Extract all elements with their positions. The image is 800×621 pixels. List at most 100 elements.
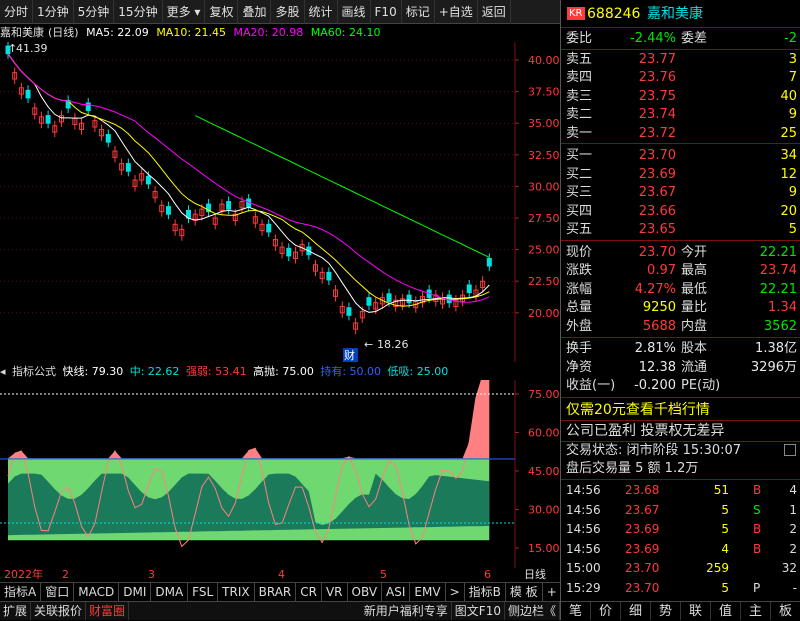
ma20-label: MA20: 20.98 [233, 26, 304, 39]
stat-label: 外盘 [566, 318, 593, 334]
tick-row: 14:56 23.67 5 S 1 [561, 501, 800, 519]
quote-tab[interactable]: 势 [651, 602, 681, 620]
tab-trix[interactable]: TRIX [218, 583, 255, 601]
stat-value: 0.97 [647, 263, 676, 279]
mid-line-label: 中: 22.62 [129, 365, 180, 378]
ask-price: 23.75 [638, 88, 676, 104]
stat-label: 流通 [681, 359, 708, 375]
stat-row: 净资 12.38 流通 3296万 [561, 359, 800, 376]
related-quotes-button[interactable]: 关联报价 [31, 602, 87, 620]
quote-stock-name: 嘉和美康 [647, 6, 703, 22]
sidebar-toggle[interactable]: 侧边栏《 [505, 602, 560, 620]
bid-volume: 12 [780, 166, 797, 182]
indicator-tick-label: 30.00 [528, 504, 560, 517]
tab-more-arrow[interactable]: > [446, 583, 465, 601]
stat-label: 总量 [566, 300, 593, 316]
indicator-chart[interactable]: 75.00 60.00 45.00 30.00 15.00 [0, 380, 560, 568]
candle-body [286, 247, 292, 257]
tab-emv[interactable]: EMV [410, 583, 446, 601]
quote-tab[interactable]: 笔 [561, 602, 591, 620]
strong-area [8, 380, 490, 459]
toolbar-intraday[interactable]: 分时 [0, 0, 34, 24]
toolbar-15min[interactable]: 15分钟 [114, 0, 163, 24]
tab-template[interactable]: 模 板 [506, 583, 543, 601]
f10-button[interactable]: 图文F10 [452, 602, 505, 620]
wealth-circle-button[interactable]: 财富圈 [86, 602, 130, 620]
tick-price: 23.68 [625, 483, 660, 497]
stat-label: 最低 [681, 281, 708, 297]
indicator-collapse-icon[interactable]: ◂ [0, 365, 6, 378]
stat-value: 2.81% [634, 341, 676, 356]
tick-direction: B [753, 522, 762, 537]
promo-row[interactable]: 仅需20元查看千档行情 [561, 400, 800, 420]
quote-tab[interactable]: 板 [771, 602, 800, 620]
low-label: 18.26 [377, 338, 409, 351]
tab-vr[interactable]: VR [322, 583, 348, 601]
toolbar-adjust[interactable]: 复权 [205, 0, 239, 24]
period-indicator[interactable]: 日线 [524, 568, 546, 582]
tick-price: 23.69 [625, 541, 660, 556]
bid-price: 23.66 [638, 203, 676, 219]
promo-text[interactable]: 仅需20元查看千档行情 [566, 400, 710, 420]
bid-volume: 5 [788, 222, 797, 237]
tab-dmi[interactable]: DMI [119, 583, 152, 601]
ask-price: 23.77 [638, 52, 676, 67]
toolbar-stats[interactable]: 统计 [305, 0, 338, 24]
tick-volume: 51 [713, 483, 729, 497]
ask-label: 卖三 [566, 88, 593, 104]
quote-tab[interactable]: 联 [681, 602, 711, 620]
strong-label: 强弱: 53.41 [185, 365, 247, 378]
divider [561, 143, 800, 144]
toolbar-multi[interactable]: 多股 [271, 0, 305, 24]
tab-fsl[interactable]: FSL [188, 583, 219, 601]
bid-volume: 9 [788, 185, 797, 200]
quote-tab[interactable]: 价 [591, 602, 621, 620]
quote-tab[interactable]: 细 [621, 602, 651, 620]
indicator-tick-label: 15.00 [528, 542, 560, 555]
stat-value: 12.38 [638, 359, 676, 375]
chevron-down-icon: ▾ [194, 4, 201, 19]
stat-value: -0.200 [634, 378, 676, 393]
quote-tab[interactable]: 主 [741, 602, 771, 620]
toolbar-draw[interactable]: 画线 [338, 0, 371, 24]
candle-body [406, 294, 412, 304]
new-user-promo[interactable]: 新用户福利专享 [361, 602, 452, 620]
expand-icon[interactable] [784, 444, 796, 456]
stat-row: 收益(一) -0.200 PE(动) [561, 377, 800, 394]
commission-diff-value: -2 [784, 31, 797, 46]
price-tick-label: 30.00 [528, 180, 560, 193]
bid-label: 买四 [566, 203, 593, 219]
tab-brar[interactable]: BRAR [255, 583, 297, 601]
toolbar-mark[interactable]: 标记 [402, 0, 435, 24]
indicator-name[interactable]: 指标公式 [12, 365, 56, 378]
tab-dma[interactable]: DMA [151, 583, 189, 601]
tab-cr[interactable]: CR [296, 583, 322, 601]
extend-button[interactable]: 扩展 [0, 602, 32, 620]
tab-macd[interactable]: MACD [74, 583, 120, 601]
tick-row: 14:56 23.68 51 B 4 [561, 481, 800, 499]
toolbar-watchlist[interactable]: +自选 [435, 0, 478, 24]
ask-volume: 9 [788, 107, 797, 123]
tab-asi[interactable]: ASI [382, 583, 411, 601]
stat-value: 22.21 [759, 245, 797, 260]
toolbar-overlay[interactable]: 叠加 [238, 0, 272, 24]
quote-tab[interactable]: 值 [711, 602, 741, 620]
toolbar-f10[interactable]: F10 [371, 0, 402, 24]
high-throw-label: 高抛: 75.00 [253, 365, 314, 378]
indicator-tick-label: 45.00 [528, 465, 560, 478]
tick-count: 1 [789, 502, 797, 517]
toolbar-5min[interactable]: 5分钟 [74, 0, 115, 24]
divider [561, 337, 800, 338]
toolbar-1min[interactable]: 1分钟 [33, 0, 74, 24]
tab-indicator-b[interactable]: 指标B [465, 583, 506, 601]
toolbar-more[interactable]: 更多 ▾ [163, 0, 206, 24]
zoom-in-button[interactable]: + [543, 583, 562, 601]
kline-chart[interactable]: 40.00 37.50 35.00 32.50 30.00 27.50 25.00 22.50… [0, 42, 560, 362]
tab-indicator-a[interactable]: 指标A [0, 583, 42, 601]
tab-window[interactable]: 窗口 [41, 583, 75, 601]
tab-obv[interactable]: OBV [348, 583, 383, 601]
plus-icon: + [438, 4, 449, 19]
tick-time: 15:29 [566, 581, 601, 595]
toolbar-back[interactable]: 返回 [478, 0, 511, 24]
candle-body [25, 89, 31, 99]
